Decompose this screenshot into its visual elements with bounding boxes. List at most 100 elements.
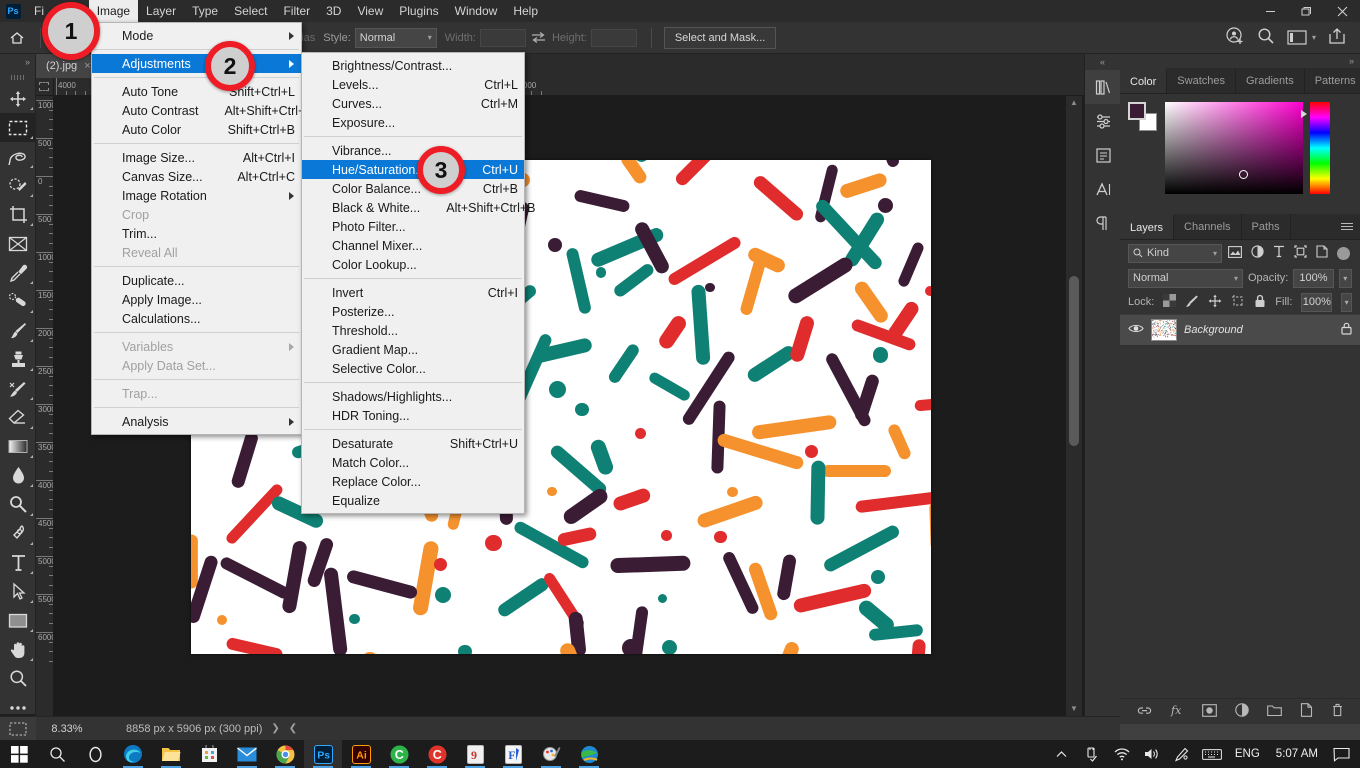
menu-help[interactable]: Help	[505, 0, 546, 22]
illustrator-icon[interactable]: Ai	[342, 740, 380, 768]
menu-item-threshold[interactable]: Threshold...	[302, 321, 524, 340]
menu-plugins[interactable]: Plugins	[391, 0, 446, 22]
filter-shape-layers-icon[interactable]	[1294, 245, 1307, 261]
menu-layer[interactable]: Layer	[138, 0, 184, 22]
properties-panel-icon[interactable]	[1085, 138, 1121, 172]
status-expand-icon[interactable]: ❯	[262, 723, 288, 734]
character-panel-icon[interactable]	[1085, 172, 1121, 206]
new-layer-icon[interactable]	[1300, 703, 1313, 720]
menu-item-auto-tone[interactable]: Auto Tone Shift+Ctrl+L	[92, 82, 301, 101]
menu-item-channel-mixer[interactable]: Channel Mixer...	[302, 236, 524, 255]
menu-item-canvas-size[interactable]: Canvas Size... Alt+Ctrl+C	[92, 167, 301, 186]
menu-item-exposure[interactable]: Exposure...	[302, 113, 524, 132]
layer-name[interactable]: Background	[1184, 324, 1243, 336]
image-menu-dropdown[interactable]: Mode Adjustments Auto Tone Shift+Ctrl+L Auto…	[91, 22, 312, 435]
horizontal-type-tool[interactable]	[0, 548, 36, 577]
collapse-toolbar-icon[interactable]: »	[0, 54, 35, 70]
menu-item-match-color[interactable]: Match Color...	[302, 453, 524, 472]
menu-item-auto-color[interactable]: Auto Color Shift+Ctrl+B	[92, 120, 301, 139]
collapse-panels-icon[interactable]: »	[1120, 54, 1360, 68]
foreground-color-swatch[interactable]	[1128, 102, 1146, 120]
menu-item-adjustments[interactable]: Adjustments	[92, 54, 301, 73]
menu-view[interactable]: View	[349, 0, 391, 22]
menu-item-replace-color[interactable]: Replace Color...	[302, 472, 524, 491]
height-input[interactable]	[590, 28, 637, 47]
menu-item-apply-image[interactable]: Apply Image...	[92, 290, 301, 309]
color-picker-handle[interactable]	[1239, 170, 1248, 179]
search-icon[interactable]	[1257, 27, 1275, 48]
hand-tool[interactable]	[0, 635, 36, 664]
filter-enable-toggle[interactable]	[1337, 246, 1350, 260]
close-button[interactable]	[1324, 0, 1360, 22]
notification-icon[interactable]	[1326, 740, 1356, 768]
keyboard-icon[interactable]	[1197, 740, 1227, 768]
swap-dimensions-icon[interactable]	[526, 31, 552, 44]
hue-slider-handle[interactable]	[1301, 110, 1307, 118]
menu-item-image-size[interactable]: Image Size... Alt+Ctrl+I	[92, 148, 301, 167]
scroll-up-icon[interactable]: ▲	[1066, 96, 1082, 110]
language-indicator[interactable]: ENG	[1227, 748, 1268, 760]
app-c-red-icon[interactable]: C	[418, 740, 456, 768]
file-explorer-icon[interactable]	[152, 740, 190, 768]
menu-item-trim[interactable]: Trim...	[92, 224, 301, 243]
color-spectrum-field[interactable]	[1165, 102, 1303, 194]
move-tool[interactable]	[0, 84, 36, 113]
eyedropper-tool[interactable]	[0, 258, 36, 287]
layer-visibility-icon[interactable]	[1128, 323, 1144, 337]
vertical-ruler[interactable]: 1000500050010001500200025003000350040004…	[36, 96, 54, 716]
layer-row-background[interactable]: Background	[1120, 314, 1360, 346]
screen-mode-icon[interactable]	[0, 716, 36, 741]
menu-item-calculations[interactable]: Calculations...	[92, 309, 301, 328]
menu-item-equalize[interactable]: Equalize	[302, 491, 524, 510]
frame-tool[interactable]	[0, 229, 36, 258]
menu-select[interactable]: Select	[226, 0, 275, 22]
microsoft-store-icon[interactable]	[190, 740, 228, 768]
scroll-down-icon[interactable]: ▼	[1066, 702, 1082, 716]
color-panel-swatches[interactable]	[1128, 102, 1158, 132]
minimize-button[interactable]	[1252, 0, 1288, 22]
start-button[interactable]	[0, 740, 38, 768]
new-group-icon[interactable]	[1266, 704, 1282, 720]
menu-item-vibrance[interactable]: Vibrance...	[302, 141, 524, 160]
menu-item-analysis[interactable]: Analysis	[92, 412, 301, 431]
photoshop-icon[interactable]: Ps	[304, 740, 342, 768]
app-globe-icon[interactable]	[570, 740, 608, 768]
menu-filter[interactable]: Filter	[275, 0, 318, 22]
dodge-tool[interactable]	[0, 490, 36, 519]
app-9-icon[interactable]: 9	[456, 740, 494, 768]
menu-item-selective-color[interactable]: Selective Color...	[302, 359, 524, 378]
menu-item-auto-contrast[interactable]: Auto Contrast Alt+Shift+Ctrl+L	[92, 101, 312, 120]
menu-item-black-white[interactable]: Black & White... Alt+Shift+Ctrl+B	[302, 198, 536, 217]
zoom-level[interactable]: 8.33%	[36, 723, 98, 735]
menu-3d[interactable]: 3D	[318, 0, 349, 22]
crop-tool[interactable]	[0, 200, 36, 229]
pen-tool[interactable]	[0, 519, 36, 548]
lock-all-icon[interactable]	[1254, 294, 1266, 311]
menu-item-invert[interactable]: Invert Ctrl+I	[302, 283, 524, 302]
filter-type-layers-icon[interactable]	[1273, 245, 1285, 261]
fill-stepper-icon[interactable]: ▾	[1341, 292, 1352, 312]
edge-icon[interactable]	[114, 740, 152, 768]
adjustment-layer-icon[interactable]	[1234, 703, 1249, 720]
volume-icon[interactable]	[1137, 740, 1167, 768]
menu-item-color-lookup[interactable]: Color Lookup...	[302, 255, 524, 274]
clock[interactable]: 5:07 AM	[1268, 748, 1326, 760]
mail-icon[interactable]	[228, 740, 266, 768]
tab-paths[interactable]: Paths	[1242, 214, 1291, 239]
rectangular-marquee-tool[interactable]	[0, 113, 36, 142]
lock-position-icon[interactable]	[1208, 294, 1222, 311]
tab-color[interactable]: Color	[1120, 68, 1168, 93]
chrome-icon[interactable]	[266, 740, 304, 768]
workspace-switcher[interactable]: ▾	[1287, 30, 1316, 45]
cortana-icon[interactable]	[76, 740, 114, 768]
menu-item-shadows-highlights[interactable]: Shadows/Highlights...	[302, 387, 524, 406]
menu-item-curves[interactable]: Curves... Ctrl+M	[302, 94, 524, 113]
brush-tool[interactable]	[0, 316, 36, 345]
rectangle-tool[interactable]	[0, 606, 36, 635]
app-c-green-icon[interactable]: C	[380, 740, 418, 768]
style-select[interactable]: Normal ▾	[354, 27, 437, 48]
blend-mode-select[interactable]: Normal ▾	[1128, 268, 1243, 288]
taskbar-search-icon[interactable]	[38, 740, 76, 768]
menu-item-desaturate[interactable]: Desaturate Shift+Ctrl+U	[302, 434, 524, 453]
app-f-icon[interactable]: F	[494, 740, 532, 768]
